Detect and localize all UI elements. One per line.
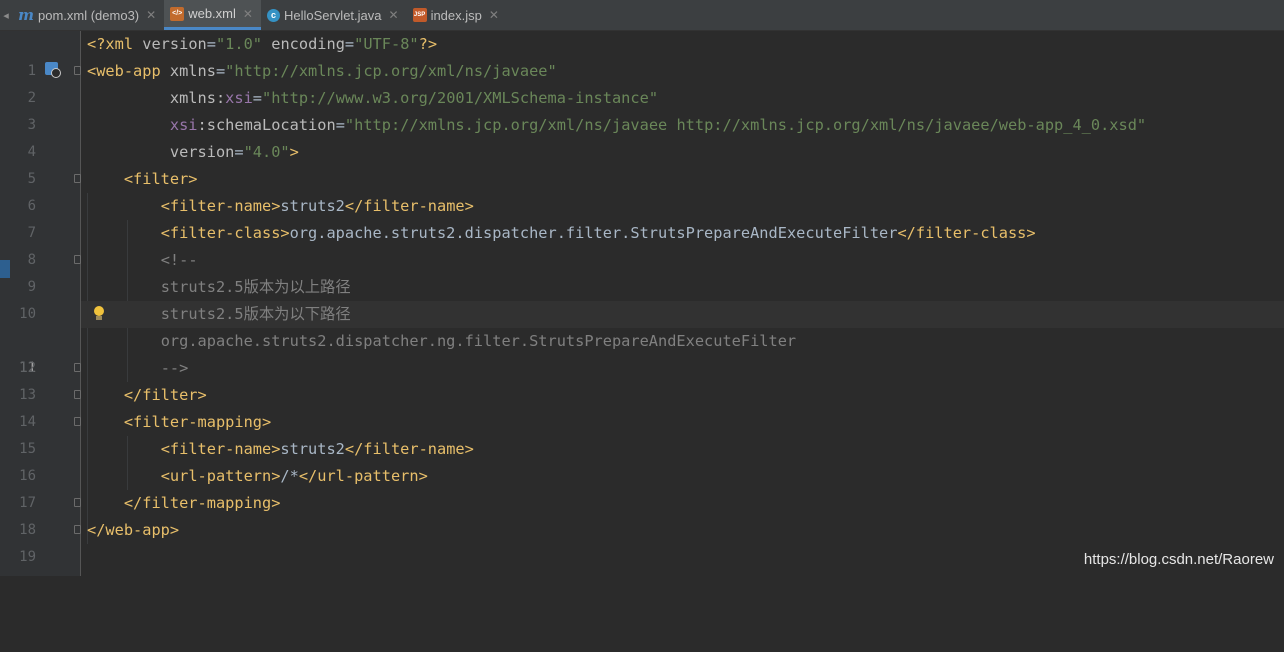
code-line[interactable]: 8 <filter-class>org.apache.struts2.dispa…	[0, 220, 1284, 268]
code-line[interactable]: 2 <web-app xmlns="http://xmlns.jcp.org/x…	[0, 58, 1284, 106]
tab-label: web.xml	[188, 6, 236, 21]
code-line-current[interactable]: 11 struts2.5版本为以下路径	[0, 301, 1284, 376]
close-icon[interactable]: ✕	[243, 7, 253, 21]
code-text: <filter-class>org.apache.struts2.dispatc…	[160, 224, 1036, 242]
code-text: <url-pattern>/*</url-pattern>	[160, 467, 428, 485]
code-text: <filter>	[123, 170, 198, 188]
code-line[interactable]: 14 </filter>	[0, 382, 1284, 430]
editor-tab-bar: ◂ m pom.xml (demo3) ✕ </> web.xml ✕ c He…	[0, 0, 1284, 31]
tab-label: index.jsp	[430, 7, 482, 23]
code-line[interactable]: 10 struts2.5版本为以上路径	[0, 274, 1284, 322]
fold-collapse-icon[interactable]	[74, 66, 81, 75]
code-text: xsi:schemaLocation="http://xmlns.jcp.org…	[169, 116, 1147, 134]
code-text: -->	[160, 359, 189, 377]
tab-scroll-left-icon[interactable]: ◂	[0, 0, 12, 30]
tab-index-jsp[interactable]: JSP index.jsp ✕	[407, 0, 507, 30]
close-icon[interactable]: ✕	[489, 8, 499, 22]
code-editor[interactable]: 1 <?xml version="1.0" encoding="UTF-8"?>…	[0, 31, 1284, 576]
code-text: struts2.5版本为以上路径	[160, 278, 351, 296]
web-descriptor-icon[interactable]	[45, 62, 63, 80]
code-text: <?xml version="1.0" encoding="UTF-8"?>	[87, 35, 438, 53]
code-text: <filter-name>struts2</filter-name>	[160, 197, 474, 215]
code-line[interactable]: 17 <url-pattern>/*</url-pattern>	[0, 463, 1284, 511]
line-number: 19	[19, 549, 36, 565]
fold-expand-end-icon[interactable]	[74, 390, 81, 399]
jsp-file-icon: JSP	[412, 8, 427, 22]
code-line[interactable]: 6 <filter>	[0, 166, 1284, 214]
watermark-text: https://blog.csdn.net/Raorew	[1083, 551, 1274, 568]
code-text: <web-app xmlns="http://xmlns.jcp.org/xml…	[87, 62, 557, 80]
code-line[interactable]: 18 </filter-mapping>	[0, 490, 1284, 538]
tab-pom-xml[interactable]: m pom.xml (demo3) ✕	[12, 0, 164, 30]
code-line[interactable]: 1 <?xml version="1.0" encoding="UTF-8"?>	[0, 31, 1284, 79]
code-text: struts2.5版本为以下路径	[160, 305, 351, 323]
code-text: </web-app>	[87, 521, 180, 539]
close-icon[interactable]: ✕	[389, 8, 399, 22]
fold-expand-end-icon[interactable]	[74, 363, 81, 372]
code-text: </filter-mapping>	[123, 494, 281, 512]
code-line[interactable]: 15 <filter-mapping>	[0, 409, 1284, 457]
code-text: org.apache.struts2.dispatcher.ng.filter.…	[160, 332, 797, 350]
fold-expand-end-icon[interactable]	[74, 498, 81, 507]
code-text: <filter-mapping>	[123, 413, 272, 431]
fold-expand-end-icon[interactable]	[74, 525, 81, 534]
tab-web-xml[interactable]: </> web.xml ✕	[164, 0, 261, 30]
close-icon[interactable]: ✕	[146, 8, 156, 22]
code-line[interactable]: 12 org.apache.struts2.dispatcher.ng.filt…	[0, 328, 1284, 376]
xml-file-icon: </>	[170, 6, 185, 21]
code-line[interactable]: 7 <filter-name>struts2</filter-name>	[0, 193, 1284, 241]
code-text: version="4.0">	[169, 143, 299, 161]
tab-label: pom.xml (demo3)	[38, 7, 140, 23]
maven-icon: m	[18, 6, 34, 24]
tab-helloservlet-java[interactable]: c HelloServlet.java ✕	[261, 0, 407, 30]
code-line[interactable]: 5 version="4.0">	[0, 139, 1284, 187]
tab-label: HelloServlet.java	[283, 7, 382, 23]
fold-collapse-icon[interactable]	[74, 174, 81, 183]
fold-collapse-icon[interactable]	[74, 255, 81, 264]
code-line[interactable]: 16 <filter-name>struts2</filter-name>	[0, 436, 1284, 484]
java-class-icon: c	[266, 8, 280, 22]
fold-collapse-icon[interactable]	[74, 417, 81, 426]
code-line[interactable]: 19 </web-app>	[0, 517, 1284, 565]
code-text: </filter>	[123, 386, 207, 404]
code-line[interactable]: 3 xmlns:xsi="http://www.w3.org/2001/XMLS…	[0, 85, 1284, 133]
code-line[interactable]: 9 <!--	[0, 247, 1284, 295]
code-line[interactable]: 4 xsi:schemaLocation="http://xmlns.jcp.o…	[0, 112, 1284, 160]
code-text: <!--	[160, 251, 198, 269]
code-text: xmlns:xsi="http://www.w3.org/2001/XMLSch…	[169, 89, 659, 107]
code-text: <filter-name>struts2</filter-name>	[160, 440, 474, 458]
code-line[interactable]: 13 -->	[0, 355, 1284, 403]
